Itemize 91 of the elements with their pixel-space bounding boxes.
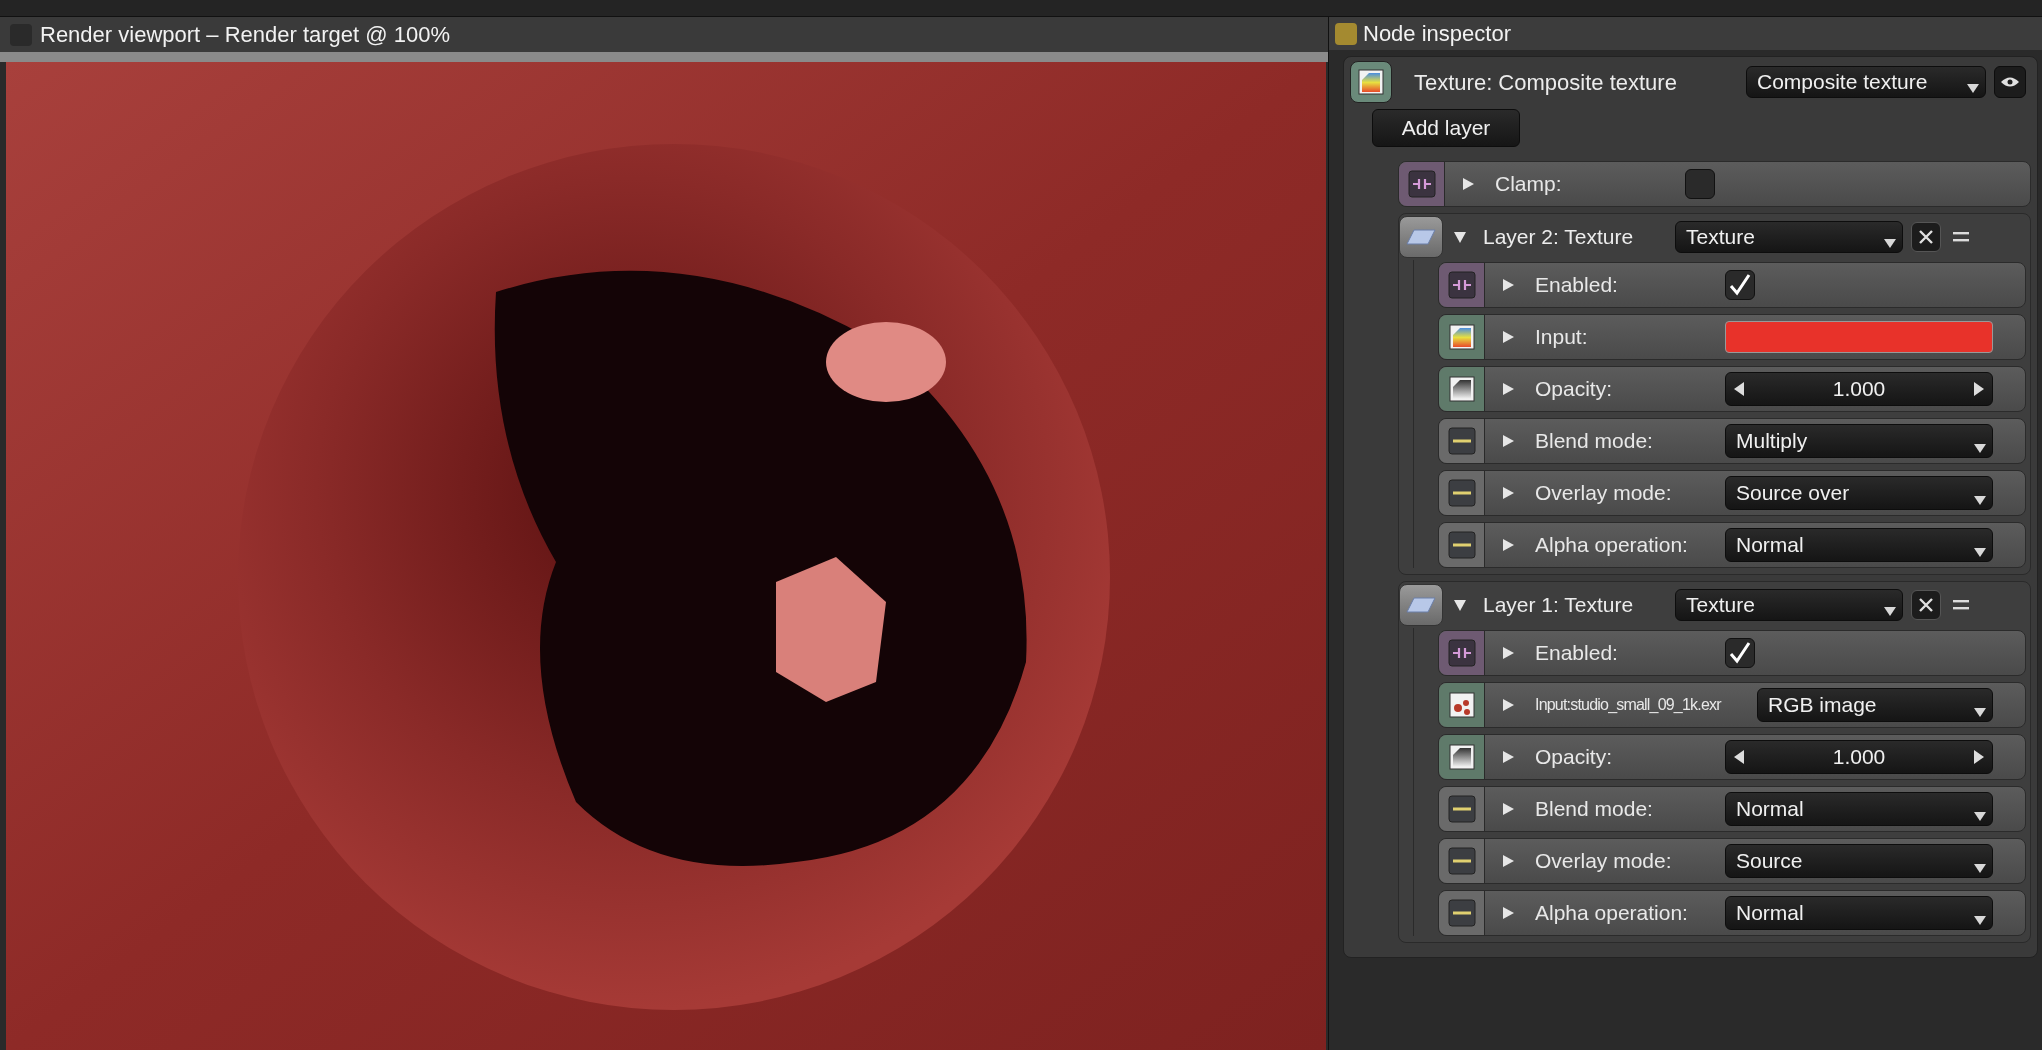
- enum-icon: [1447, 847, 1476, 875]
- number-value: 1.000: [1832, 376, 1886, 403]
- bool-icon: [1407, 170, 1436, 198]
- dropdown[interactable]: Normal: [1725, 896, 1993, 930]
- panel-handle-icon: [1335, 22, 1357, 45]
- viewport-title: Render viewport – Render target @ 100%: [40, 21, 450, 49]
- dropdown[interactable]: Source over: [1725, 476, 1993, 510]
- parameter-label: Blend mode:: [1535, 428, 1654, 455]
- parameter-label: Overlay mode:: [1535, 848, 1673, 875]
- disclosure-triangle-icon[interactable]: [1501, 486, 1515, 500]
- bool-icon: [1447, 639, 1476, 667]
- caret-icon: [1884, 607, 1896, 616]
- dropdown[interactable]: RGB image: [1757, 688, 1993, 722]
- parameter-label: Enabled:: [1535, 640, 1619, 667]
- caret-icon: [1884, 239, 1896, 248]
- number-value: 1.000: [1832, 744, 1886, 771]
- disclosure-triangle-icon[interactable]: [1501, 434, 1515, 448]
- layer-title: Layer 1: Texture: [1483, 592, 1635, 619]
- layer-type-dropdown[interactable]: Texture: [1675, 221, 1903, 253]
- caret-icon: [1974, 864, 1986, 873]
- parameter-label: Blend mode:: [1535, 796, 1654, 823]
- bool-icon: [1447, 271, 1476, 299]
- node-label: Texture: Composite texture: [1414, 68, 1678, 97]
- disclosure-triangle-icon[interactable]: [1501, 854, 1515, 868]
- caret-icon: [1974, 444, 1986, 453]
- disclosure-triangle-icon[interactable]: [1501, 698, 1515, 712]
- disclosure-triangle-icon[interactable]: [1501, 802, 1515, 816]
- close-icon: [1918, 229, 1934, 245]
- enum-icon: [1447, 427, 1476, 455]
- decrement-arrow-icon: [1734, 750, 1744, 764]
- layer-type-dropdown[interactable]: Texture: [1675, 589, 1903, 621]
- disclosure-triangle-icon[interactable]: [1501, 538, 1515, 552]
- parameter-label: Alpha operation:: [1535, 900, 1689, 927]
- parameter-label: Opacity:: [1535, 376, 1614, 403]
- disclosure-triangle-icon[interactable]: [1501, 382, 1515, 396]
- caret-icon: [1974, 812, 1986, 821]
- number-field[interactable]: 1.000: [1725, 372, 1993, 406]
- dropdown[interactable]: Multiply: [1725, 424, 1993, 458]
- caret-icon: [1967, 84, 1979, 93]
- eye-icon: [2000, 76, 2020, 88]
- increment-arrow-icon: [1974, 382, 1984, 396]
- texture-icon: [1350, 61, 1392, 103]
- remove-layer-button[interactable]: [1911, 222, 1941, 252]
- enum-icon: [1447, 531, 1476, 559]
- layer-title: Layer 2: Texture: [1483, 224, 1635, 251]
- enum-icon: [1447, 899, 1476, 927]
- checkmark-icon: [1728, 273, 1752, 297]
- inspector-title: Node inspector: [1363, 20, 1511, 48]
- color-swatch[interactable]: [1725, 321, 1993, 353]
- drag-handle-icon[interactable]: [1953, 232, 1969, 242]
- caret-icon: [1974, 708, 1986, 717]
- checkmark-icon: [1728, 641, 1752, 665]
- caret-icon: [1974, 496, 1986, 505]
- texture-icon: [1447, 323, 1476, 351]
- parameter-label: Input:studio_small_09_1k.exr: [1535, 695, 1723, 715]
- caret-icon: [1974, 916, 1986, 925]
- visibility-button[interactable]: [1994, 66, 2026, 98]
- close-icon: [1918, 597, 1934, 613]
- checkbox[interactable]: [1725, 638, 1755, 668]
- increment-arrow-icon: [1974, 750, 1984, 764]
- disclosure-triangle-icon[interactable]: [1501, 278, 1515, 292]
- parameter-label: Enabled:: [1535, 272, 1619, 299]
- caret-icon: [1974, 548, 1986, 557]
- parameter-label: Alpha operation:: [1535, 532, 1689, 559]
- checkbox[interactable]: [1725, 270, 1755, 300]
- enum-icon: [1447, 479, 1476, 507]
- disclosure-triangle-icon[interactable]: [1501, 330, 1515, 344]
- dropdown[interactable]: Normal: [1725, 528, 1993, 562]
- checkbox[interactable]: [1685, 169, 1715, 199]
- disclosure-triangle-icon[interactable]: [1453, 230, 1467, 244]
- disclosure-triangle-icon[interactable]: [1453, 598, 1467, 612]
- number-field[interactable]: 1.000: [1725, 740, 1993, 774]
- disclosure-triangle-icon[interactable]: [1461, 177, 1475, 191]
- dropdown[interactable]: Source: [1725, 844, 1993, 878]
- node-type-dropdown[interactable]: Composite texture: [1746, 66, 1986, 98]
- decrement-arrow-icon: [1734, 382, 1744, 396]
- disclosure-triangle-icon[interactable]: [1501, 906, 1515, 920]
- disclosure-triangle-icon[interactable]: [1501, 750, 1515, 764]
- texture-icon: [1447, 375, 1476, 403]
- disclosure-triangle-icon[interactable]: [1501, 646, 1515, 660]
- parameter-label: Clamp:: [1495, 171, 1563, 198]
- parameter-label: Opacity:: [1535, 744, 1614, 771]
- drag-handle-icon[interactable]: [1953, 600, 1969, 610]
- dropdown[interactable]: Normal: [1725, 792, 1993, 826]
- add-layer-button[interactable]: Add layer: [1372, 109, 1520, 147]
- texture-icon: [1447, 743, 1476, 771]
- enum-icon: [1447, 795, 1476, 823]
- remove-layer-button[interactable]: [1911, 590, 1941, 620]
- parameter-label: Overlay mode:: [1535, 480, 1673, 507]
- parameter-label: Input:: [1535, 324, 1589, 351]
- image-icon: [1447, 691, 1476, 719]
